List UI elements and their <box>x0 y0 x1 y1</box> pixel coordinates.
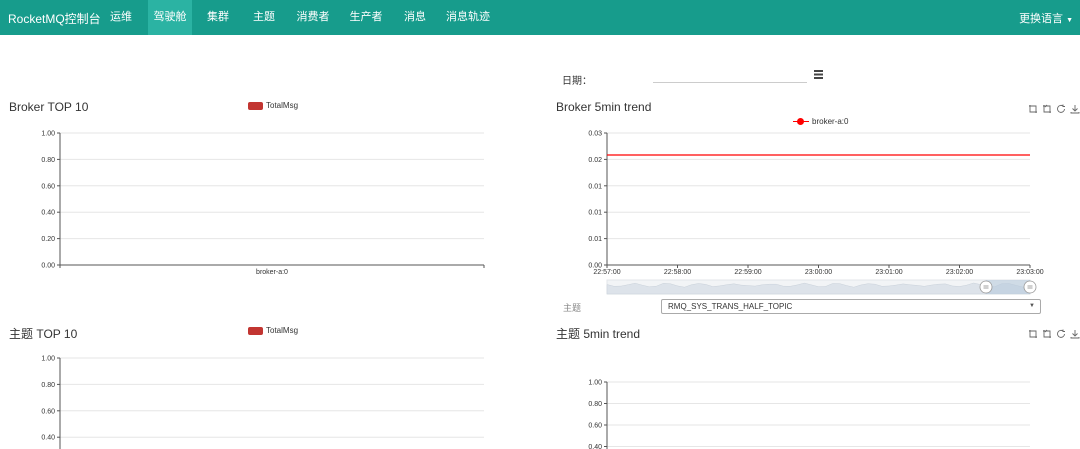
topic-trend-title: 主题 5min trend <box>556 327 641 341</box>
x-tick-label: 22:58:00 <box>664 269 691 276</box>
y-tick-label: 0.01 <box>588 236 602 243</box>
legend-label: broker-a:0 <box>812 117 849 126</box>
zoom-reset-icon[interactable] <box>1042 104 1052 114</box>
broker-top10-legend[interactable]: TotalMsg <box>248 101 298 110</box>
zoom-slider-preview <box>606 282 1031 295</box>
y-tick-label: 1.00 <box>41 356 55 363</box>
nav-item-message-trace[interactable]: 消息轨迹 <box>446 0 490 35</box>
broker-trend-legend[interactable]: broker-a:0 <box>793 117 848 126</box>
y-tick-label: 0.01 <box>588 210 602 217</box>
topic-top10-legend[interactable]: TotalMsg <box>248 326 298 335</box>
x-tick-label: 22:57:00 <box>593 269 620 276</box>
x-tick-label: 23:02:00 <box>946 269 973 276</box>
broker-trend-title: Broker 5min trend <box>556 100 652 114</box>
download-icon[interactable] <box>1070 329 1080 339</box>
x-tick-label: 23:03:00 <box>1016 269 1043 276</box>
y-tick-label: 0.60 <box>41 183 55 190</box>
topic-top10-title: 主题 TOP 10 <box>9 327 78 341</box>
legend-line-swatch <box>793 118 809 126</box>
zoom-slider-selection <box>986 280 1030 294</box>
y-tick-label: 0.40 <box>588 444 602 449</box>
zoom-icon[interactable] <box>1028 329 1038 339</box>
legend-label: TotalMsg <box>266 326 299 335</box>
zoom-slider-track <box>606 279 1031 295</box>
y-tick-label: 0.00 <box>41 263 55 270</box>
y-tick-label: 0.80 <box>588 401 602 408</box>
y-tick-label: 0.20 <box>41 236 55 243</box>
y-tick-label: 0.80 <box>41 382 55 389</box>
nav-item-ops[interactable]: 运维 <box>104 0 138 35</box>
calendar-icon[interactable] <box>814 70 823 79</box>
nav-item-dashboard[interactable]: 驾驶舱 <box>148 0 192 35</box>
zoom-icon[interactable] <box>1028 104 1038 114</box>
zoom-slider-handle <box>1023 280 1037 294</box>
broker-trend-toolbox <box>1028 104 1080 114</box>
restore-icon[interactable] <box>1056 329 1066 339</box>
language-switcher[interactable]: 更换语言 ▼ <box>1019 10 1073 26</box>
date-input[interactable] <box>653 67 807 83</box>
topic-select[interactable]: RMQ_SYS_TRANS_HALF_TOPIC ▼ <box>661 299 1041 314</box>
y-tick-label: 0.40 <box>41 435 55 442</box>
y-tick-label: 0.03 <box>588 131 602 138</box>
restore-icon[interactable] <box>1056 104 1066 114</box>
dashboard-charts: 1.00 0.80 0.60 0.40 0.20 0.00 broker-a:0 0.03 0.… <box>41 131 1044 449</box>
y-tick-label: 0.80 <box>41 157 55 164</box>
y-tick-label: 1.00 <box>41 131 55 138</box>
x-tick-label: 23:01:00 <box>875 269 902 276</box>
x-tick-label: 22:59:00 <box>734 269 761 276</box>
legend-label: TotalMsg <box>266 101 299 110</box>
nav-item-producer[interactable]: 生产者 <box>346 0 386 35</box>
x-tick-label: broker-a:0 <box>256 269 288 276</box>
zoom-reset-icon[interactable] <box>1042 329 1052 339</box>
nav-item-cluster[interactable]: 集群 <box>203 0 233 35</box>
y-tick-label: 0.60 <box>41 408 55 415</box>
broker-top10-title: Broker TOP 10 <box>9 100 89 114</box>
chevron-down-icon: ▼ <box>1029 303 1035 309</box>
x-tick-label: 23:00:00 <box>805 269 832 276</box>
topic-filter-label: 主题 <box>563 303 582 313</box>
y-tick-label: 0.60 <box>588 423 602 430</box>
language-label: 更换语言 <box>1019 13 1064 25</box>
caret-down-icon: ▼ <box>1066 17 1073 24</box>
y-tick-label: 0.02 <box>588 157 602 164</box>
brand-title[interactable]: RocketMQ控制台 <box>8 10 101 27</box>
zoom-slider-handle <box>979 280 993 294</box>
y-tick-label: 0.00 <box>588 263 602 270</box>
nav-item-consumer[interactable]: 消费者 <box>293 0 333 35</box>
date-label: 日期： <box>562 76 592 87</box>
top-navbar: RocketMQ控制台 运维 驾驶舱 集群 主题 消费者 生产者 消息 消息轨迹… <box>0 0 1080 35</box>
download-icon[interactable] <box>1070 104 1080 114</box>
nav-item-message[interactable]: 消息 <box>400 0 430 35</box>
y-tick-label: 0.40 <box>41 210 55 217</box>
legend-swatch <box>248 101 263 110</box>
topic-select-value: RMQ_SYS_TRANS_HALF_TOPIC <box>668 302 793 311</box>
y-tick-label: 1.00 <box>588 380 602 387</box>
topic-trend-toolbox <box>1028 329 1080 339</box>
nav-item-topic[interactable]: 主题 <box>249 0 279 35</box>
legend-swatch <box>248 326 263 335</box>
y-tick-label: 0.01 <box>588 183 602 190</box>
